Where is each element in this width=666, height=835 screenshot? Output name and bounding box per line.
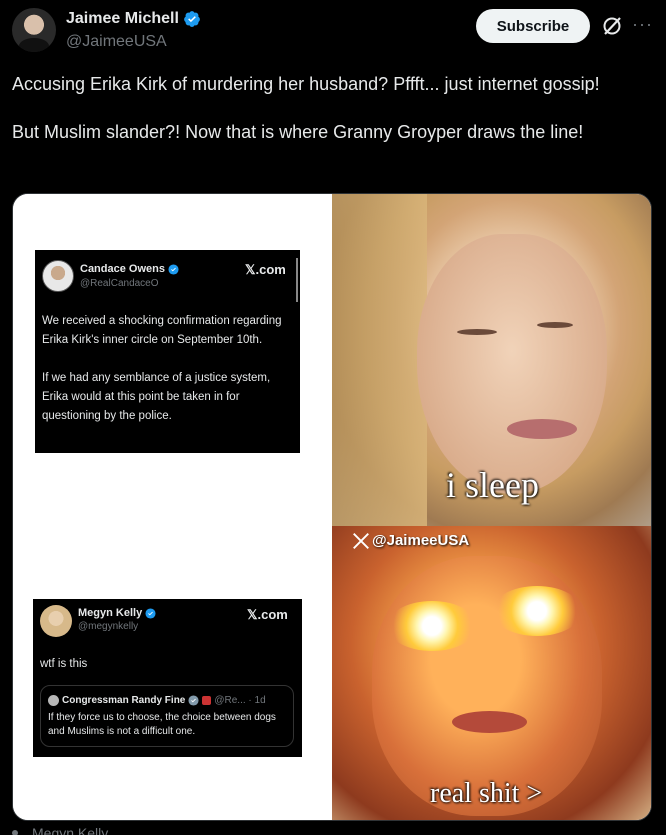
grok-icon[interactable] <box>600 14 624 38</box>
closed-eye-shape <box>457 329 497 335</box>
candace-tweet-body: We received a shocking confirmation rega… <box>42 315 282 422</box>
meme-left-panel: Candace Owens @RealCandaceO 𝕏.com We rec… <box>13 194 332 820</box>
megyn-name-row: Megyn Kelly <box>78 607 156 619</box>
glowing-eye-shape <box>492 586 582 636</box>
scrollbar-decoration <box>296 258 298 302</box>
closed-eye-shape <box>537 322 573 328</box>
x-com-label: 𝕏.com <box>245 262 286 277</box>
next-post-author[interactable]: Megyn Kelly <box>32 825 108 835</box>
candace-avatar <box>42 260 74 292</box>
quoted-tweet: Congressman Randy Fine @Re... · 1d If th… <box>40 685 294 747</box>
embedded-tweet-candace: Candace Owens @RealCandaceO 𝕏.com We rec… <box>35 250 300 453</box>
embedded-tweet-megyn: Megyn Kelly @megynkelly 𝕏.com wtf is thi… <box>33 599 302 757</box>
x-logo-icon <box>353 532 369 549</box>
verified-badge-icon <box>188 695 199 706</box>
hair-shape <box>332 194 427 526</box>
x-com-label: 𝕏.com <box>247 607 288 622</box>
next-post-preview[interactable]: Megyn Kelly <box>12 825 108 835</box>
meme-sleeping-face-image: i sleep <box>332 194 651 526</box>
megyn-tweet-body: wtf is this <box>40 658 88 670</box>
verified-badge-icon <box>145 607 156 619</box>
candace-handle: @RealCandaceO <box>80 278 159 289</box>
caption-i-sleep: i sleep <box>446 465 539 505</box>
candace-name-row: Candace Owens <box>80 263 179 275</box>
lips-shape <box>507 419 577 439</box>
author-name-row[interactable]: Jaimee Michell <box>66 10 201 28</box>
watermark: @JaimeeUSA <box>352 532 469 549</box>
watermark-text: @JaimeeUSA <box>372 532 470 549</box>
verified-badge-icon <box>168 263 179 275</box>
lips-shape <box>452 711 527 733</box>
tweet-media-image[interactable]: Candace Owens @RealCandaceO 𝕏.com We rec… <box>12 193 652 821</box>
megyn-avatar <box>40 605 72 637</box>
megyn-name: Megyn Kelly <box>78 607 143 619</box>
quoted-meta: @Re... · 1d <box>214 695 266 706</box>
caption-real-shit: real shit > <box>430 778 543 809</box>
more-options-icon[interactable]: ··· <box>632 14 652 38</box>
glowing-eye-shape <box>387 601 477 651</box>
quoted-name: Congressman Randy Fine <box>62 695 186 706</box>
tweet-header: Jaimee Michell @JaimeeUSA Subscribe ··· <box>0 0 666 60</box>
candace-name: Candace Owens <box>80 263 165 275</box>
author-handle[interactable]: @JaimeeUSA <box>66 33 167 51</box>
quoted-tweet-header: Congressman Randy Fine @Re... · 1d <box>48 695 266 706</box>
subscribe-button[interactable]: Subscribe <box>476 9 590 43</box>
megyn-handle: @megynkelly <box>78 621 139 632</box>
author-name[interactable]: Jaimee Michell <box>66 10 179 28</box>
quoted-avatar <box>48 695 59 706</box>
tweet-text: Accusing Erika Kirk of murdering her hus… <box>12 74 600 142</box>
author-avatar[interactable] <box>12 8 56 52</box>
face-shape <box>417 234 607 494</box>
quoted-tweet-body: If they force us to choose, the choice b… <box>48 712 276 737</box>
thread-dot <box>12 830 18 835</box>
meme-glowing-eyes-image: @JaimeeUSA real shit > <box>332 526 651 820</box>
verified-badge-icon <box>184 11 200 27</box>
affiliate-badge-icon <box>202 696 212 705</box>
